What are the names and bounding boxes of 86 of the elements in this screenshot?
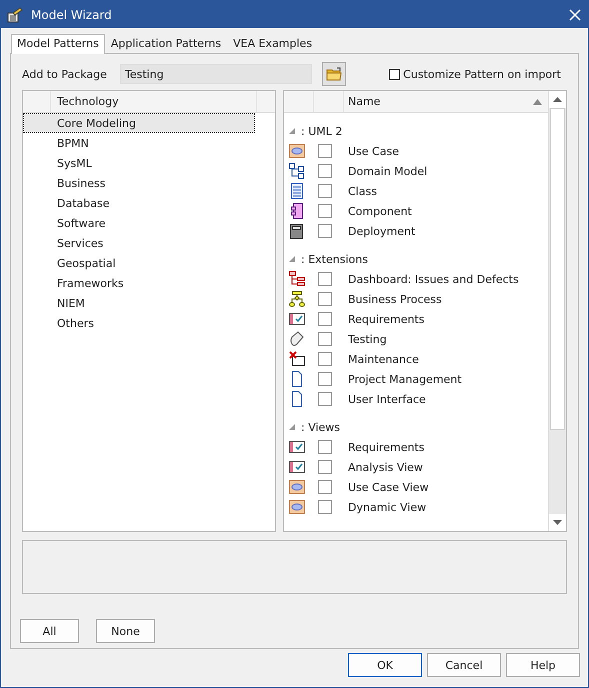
checkbox[interactable] bbox=[318, 272, 332, 286]
crossed-box-icon bbox=[289, 351, 305, 367]
checkbox[interactable] bbox=[389, 68, 400, 80]
list-item[interactable]: Database bbox=[23, 193, 255, 213]
list-item[interactable]: Services bbox=[23, 233, 255, 253]
checklist-icon bbox=[289, 439, 305, 455]
checkbox[interactable] bbox=[318, 460, 332, 474]
scroll-down-icon[interactable] bbox=[553, 520, 562, 525]
pattern-name: Analysis View bbox=[348, 460, 423, 474]
list-item[interactable]: Frameworks bbox=[23, 273, 255, 293]
use-case-icon bbox=[289, 143, 305, 159]
node-icon bbox=[289, 223, 305, 239]
pattern-name: Use Case View bbox=[348, 480, 429, 494]
group-header: : UML 2 bbox=[301, 124, 342, 138]
list-item[interactable]: Business bbox=[23, 173, 255, 193]
checkbox[interactable] bbox=[318, 480, 332, 494]
checkbox[interactable] bbox=[318, 372, 332, 386]
tree-icon bbox=[289, 163, 305, 179]
checkbox[interactable] bbox=[318, 144, 332, 158]
package-field[interactable]: Testing bbox=[120, 64, 312, 84]
checklist-icon bbox=[289, 459, 305, 475]
browse-button[interactable] bbox=[322, 62, 346, 86]
pattern-name: Domain Model bbox=[348, 164, 428, 178]
pattern-name: User Interface bbox=[348, 392, 426, 406]
tree-icon bbox=[289, 271, 305, 287]
pattern-name: Dashboard: Issues and Defects bbox=[348, 272, 519, 286]
checkbox[interactable] bbox=[318, 332, 332, 346]
pattern-name: Component bbox=[348, 204, 412, 218]
pattern-name: Testing bbox=[348, 332, 387, 346]
pattern-name: Use Case bbox=[348, 144, 399, 158]
tab[interactable]: Model Patterns bbox=[11, 34, 105, 54]
checkbox[interactable] bbox=[318, 312, 332, 326]
sort-arrow-icon bbox=[533, 98, 542, 104]
dialog-button[interactable]: OK bbox=[348, 653, 422, 677]
checkbox-label: Customize Pattern on import bbox=[403, 68, 561, 80]
checkbox[interactable] bbox=[318, 392, 332, 406]
scrollbar[interactable] bbox=[548, 91, 566, 531]
list-item[interactable]: Software bbox=[23, 213, 255, 233]
pattern-name: Project Management bbox=[348, 372, 462, 386]
document-icon bbox=[289, 391, 305, 407]
list-item[interactable]: SysML bbox=[23, 153, 255, 173]
close-icon[interactable] bbox=[568, 8, 582, 22]
list-item[interactable]: NIEM bbox=[23, 293, 255, 313]
group-header: : Extensions bbox=[301, 252, 368, 266]
checkbox[interactable] bbox=[318, 440, 332, 454]
use-case-icon bbox=[289, 479, 305, 495]
collapse-icon[interactable] bbox=[289, 256, 295, 262]
pattern-name: Maintenance bbox=[348, 352, 419, 366]
pattern-name: Class bbox=[348, 184, 377, 198]
list-item[interactable]: Geospatial bbox=[23, 253, 255, 273]
collapse-icon[interactable] bbox=[289, 128, 295, 134]
scroll-up-icon[interactable] bbox=[553, 97, 562, 102]
flow-icon bbox=[289, 291, 305, 307]
checkbox[interactable] bbox=[318, 184, 332, 198]
scroll-icon bbox=[289, 331, 305, 347]
folder-icon bbox=[326, 67, 342, 81]
pattern-name: Requirements bbox=[348, 312, 424, 326]
checkbox[interactable] bbox=[318, 224, 332, 238]
select-button[interactable]: None bbox=[96, 619, 155, 643]
class-icon bbox=[289, 183, 305, 199]
tab[interactable]: Application Patterns bbox=[104, 34, 228, 53]
wizard-icon bbox=[7, 6, 23, 22]
dialog-button[interactable]: Help bbox=[506, 653, 580, 677]
list-item[interactable]: Core Modeling bbox=[23, 113, 255, 133]
tab[interactable]: VEA Examples bbox=[227, 34, 318, 53]
checklist-icon bbox=[289, 311, 305, 327]
use-case-icon bbox=[289, 499, 305, 515]
checkbox[interactable] bbox=[318, 500, 332, 514]
pattern-name: Requirements bbox=[348, 440, 424, 454]
component-icon bbox=[289, 203, 305, 219]
list-item[interactable]: Others bbox=[23, 313, 255, 333]
window-title: Model Wizard bbox=[31, 8, 113, 22]
dialog-button[interactable]: Cancel bbox=[427, 653, 501, 677]
checkbox[interactable] bbox=[318, 352, 332, 366]
checkbox[interactable] bbox=[318, 292, 332, 306]
list-item[interactable]: BPMN bbox=[23, 133, 255, 153]
pattern-name: Business Process bbox=[348, 292, 442, 306]
pattern-name: Deployment bbox=[348, 224, 416, 238]
checkbox[interactable] bbox=[318, 164, 332, 178]
checkbox[interactable] bbox=[318, 204, 332, 218]
field-label: Add to Package bbox=[22, 68, 108, 80]
group-header: : Views bbox=[301, 420, 340, 434]
collapse-icon[interactable] bbox=[289, 424, 295, 430]
document-icon bbox=[289, 371, 305, 387]
select-button[interactable]: All bbox=[20, 619, 79, 643]
pattern-name: Dynamic View bbox=[348, 500, 426, 514]
